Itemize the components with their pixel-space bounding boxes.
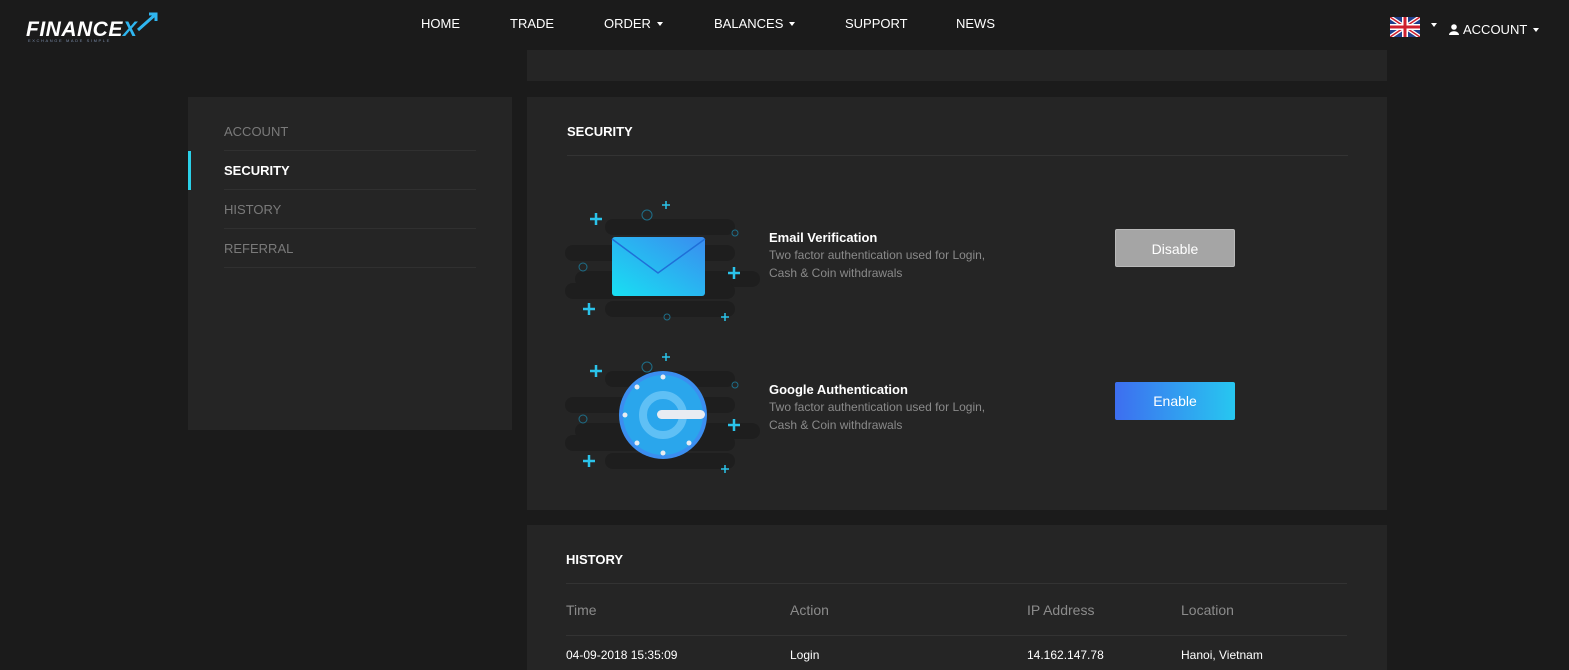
disable-email-verification-button[interactable]: Disable: [1115, 229, 1235, 267]
cell-time: 04-09-2018 15:35:09: [566, 648, 678, 662]
feature-description-line: Cash & Coin withdrawals: [769, 266, 903, 280]
chevron-down-icon: [789, 21, 796, 26]
history-title: HISTORY: [566, 552, 624, 567]
security-title: SECURITY: [567, 124, 633, 139]
sidebar-item-referral[interactable]: REFERRAL: [224, 229, 476, 268]
enable-google-auth-button[interactable]: Enable: [1115, 382, 1235, 420]
authenticator-icon: [565, 353, 760, 473]
column-header-time[interactable]: Time: [566, 602, 597, 618]
account-menu[interactable]: ACCOUNT: [1449, 22, 1540, 37]
feature-description: Two factor authentication used for Login…: [769, 398, 1009, 434]
settings-sidebar: ACCOUNT SECURITY HISTORY REFERRAL: [188, 97, 512, 430]
sidebar-item-label: ACCOUNT: [224, 124, 289, 139]
cell-ip: 14.162.147.78: [1027, 648, 1104, 662]
sidebar-item-label: SECURITY: [224, 163, 290, 178]
nav-news[interactable]: NEWS: [956, 16, 995, 32]
top-navbar: FINANCEX EXCHANGE MADE SIMPLE HOME TRADE…: [0, 0, 1569, 50]
language-chevron-down-icon[interactable]: [1431, 23, 1437, 27]
nav-order[interactable]: ORDER: [604, 16, 663, 32]
feature-description-line: Two factor authentication used for Login…: [769, 248, 986, 262]
column-header-location[interactable]: Location: [1181, 602, 1234, 618]
sidebar-item-label: REFERRAL: [224, 241, 294, 256]
history-panel: HISTORY Time Action IP Address Location …: [527, 525, 1387, 670]
nav-balances-label: BALANCES: [714, 16, 784, 31]
security-panel: SECURITY Email Verification Two factor a…: [527, 97, 1387, 510]
chevron-down-icon: [656, 21, 663, 26]
nav-support[interactable]: SUPPORT: [845, 16, 908, 32]
logo-arrow-icon: [137, 12, 158, 32]
top-strip-panel: [527, 50, 1387, 81]
chevron-down-icon: [1533, 27, 1540, 32]
active-indicator: [188, 151, 191, 190]
financex-logo[interactable]: FINANCEX EXCHANGE MADE SIMPLE: [26, 12, 161, 46]
cell-location: Hanoi, Vietnam: [1181, 648, 1263, 662]
envelope-icon: [565, 201, 760, 321]
nav-order-label: ORDER: [604, 16, 651, 31]
nav-home[interactable]: HOME: [421, 16, 460, 32]
sidebar-item-label: HISTORY: [224, 202, 282, 217]
feature-description-line: Two factor authentication used for Login…: [769, 400, 986, 414]
account-label: ACCOUNT: [1463, 22, 1528, 37]
divider: [567, 155, 1348, 156]
feature-description-line: Cash & Coin withdrawals: [769, 418, 903, 432]
divider: [566, 635, 1347, 636]
divider: [566, 583, 1347, 584]
cell-action: Login: [790, 648, 820, 662]
user-icon: [1449, 24, 1459, 35]
logo-tagline: EXCHANGE MADE SIMPLE: [28, 38, 111, 43]
nav-balances[interactable]: BALANCES: [714, 16, 796, 32]
sidebar-item-security[interactable]: SECURITY: [224, 151, 476, 190]
column-header-ip[interactable]: IP Address: [1027, 602, 1094, 618]
sidebar-item-history[interactable]: HISTORY: [224, 190, 476, 229]
sidebar-item-account[interactable]: ACCOUNT: [224, 112, 476, 151]
feature-title: Email Verification: [769, 230, 878, 245]
uk-flag-icon[interactable]: [1390, 17, 1420, 37]
nav-trade[interactable]: TRADE: [510, 16, 554, 32]
feature-title: Google Authentication: [769, 382, 908, 397]
feature-description: Two factor authentication used for Login…: [769, 246, 1009, 282]
column-header-action[interactable]: Action: [790, 602, 829, 618]
